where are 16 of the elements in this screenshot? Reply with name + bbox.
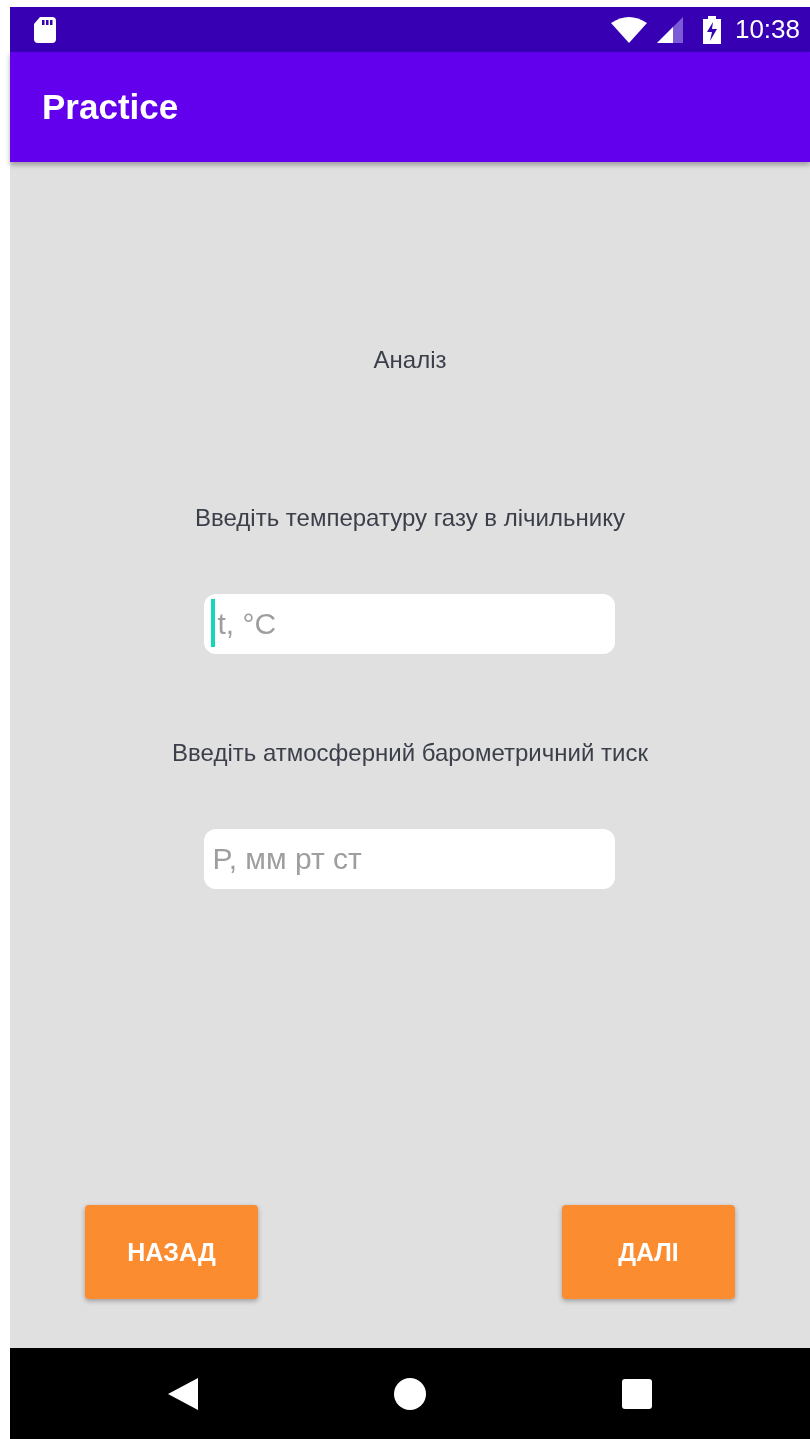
home-icon[interactable] xyxy=(394,1377,426,1410)
recents-icon[interactable] xyxy=(622,1378,652,1409)
sd-card-icon xyxy=(34,16,56,43)
input-field[interactable]: t, °C xyxy=(204,594,616,654)
heading: Аналіз xyxy=(373,345,447,375)
battery-charging-icon xyxy=(702,15,721,44)
clock-time: 10:38 xyxy=(734,14,800,45)
back-icon[interactable] xyxy=(168,1377,198,1410)
wifi-icon xyxy=(610,16,647,43)
app-title: Practice xyxy=(42,87,179,127)
field-label: Введіть температуру газу в лічильнику xyxy=(195,503,625,533)
nav-button[interactable]: НАЗАД xyxy=(85,1205,258,1299)
signal-icon xyxy=(656,16,683,43)
input-field[interactable]: P, мм рт ст xyxy=(204,829,616,889)
nav-button[interactable]: ДАЛІ xyxy=(562,1205,735,1299)
field-label: Введіть атмосферний барометричний тиск xyxy=(172,738,648,768)
